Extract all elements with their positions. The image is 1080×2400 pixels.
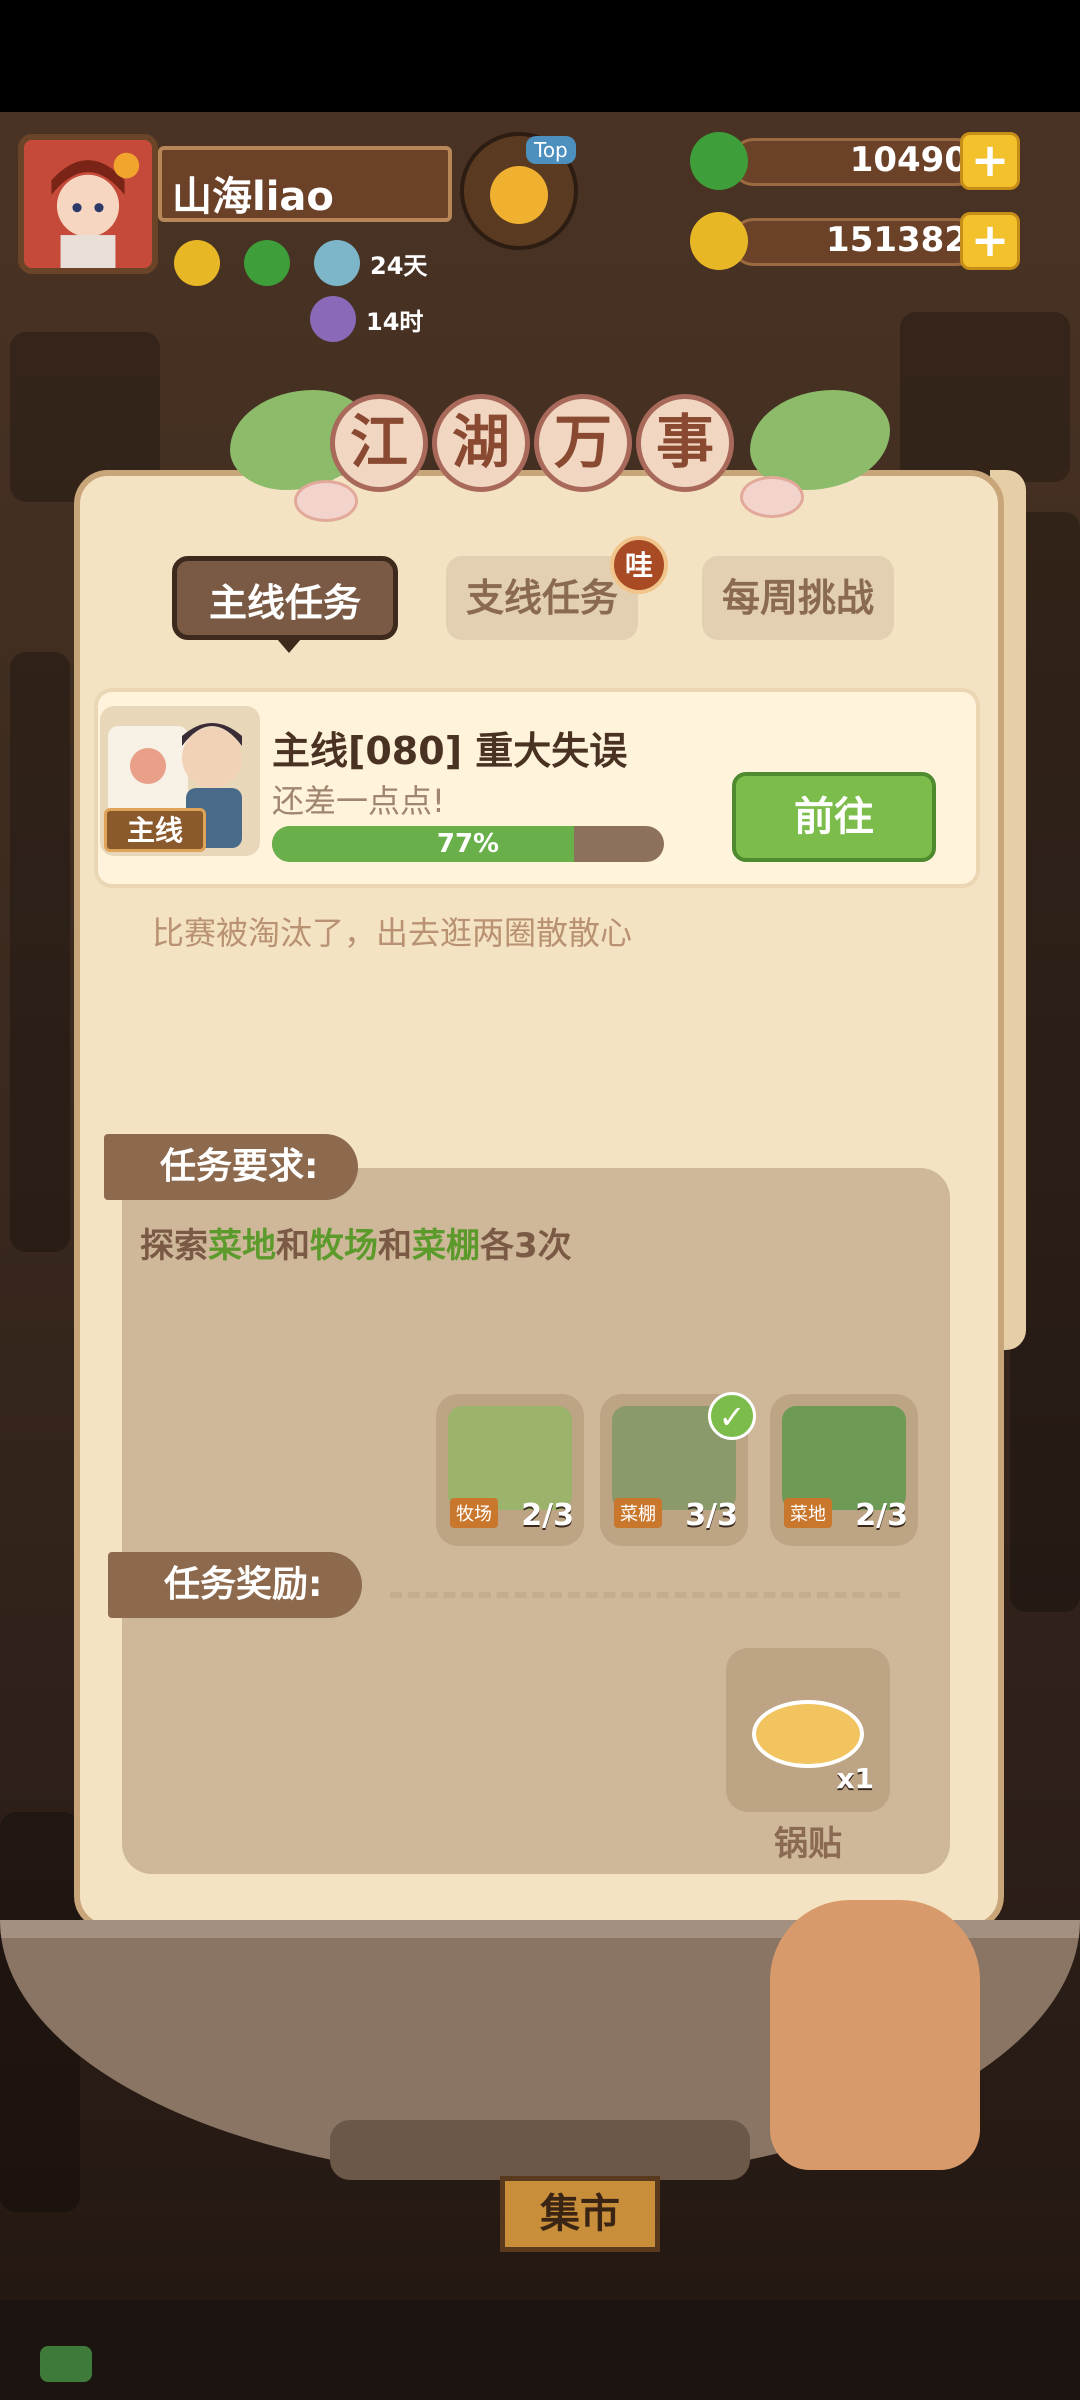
vegetable-field-icon — [782, 1406, 906, 1510]
req-part: 和 — [276, 1226, 310, 1266]
gold-resource: 151382 + — [690, 212, 1020, 270]
buff-row-2: 14时 — [310, 296, 423, 342]
req-location-link: 菜地 — [208, 1226, 276, 1266]
go-button[interactable]: 前往 — [732, 772, 936, 862]
reward-heading: 任务奖励: — [108, 1552, 362, 1618]
title-char: 湖 — [432, 394, 530, 492]
potsticker-icon — [752, 1700, 864, 1768]
req-part: 各3次 — [480, 1226, 572, 1266]
quest-progress-bar: 77% — [272, 826, 664, 862]
requirement-text: 探索菜地和牧场和菜棚各3次 — [140, 1218, 572, 1267]
tab-main-quest[interactable]: 主线任务 — [172, 556, 398, 653]
market-sign[interactable]: 集市 — [500, 2176, 660, 2252]
reward-item[interactable]: x1 — [726, 1648, 890, 1812]
divider — [390, 1592, 900, 1598]
tab-weekly-challenge[interactable]: 每周挑战 — [702, 556, 894, 640]
girl-buff-icon[interactable] — [310, 296, 356, 342]
player-name: 山海liao — [172, 174, 334, 220]
add-gold-button[interactable]: + — [960, 212, 1020, 270]
location-count: 2/3 — [521, 1498, 574, 1533]
cat-mascot-icon — [770, 1900, 980, 2170]
menu-pill[interactable] — [40, 2346, 92, 2382]
side-quest-badge: 哇 — [610, 536, 668, 594]
gold-value: 151382 — [826, 220, 968, 260]
dish-buff-time: 24天 — [370, 251, 428, 280]
bottom-bar — [0, 2300, 1080, 2400]
reward-qty: x1 — [836, 1762, 874, 1795]
quest-type-tag: 主线 — [104, 808, 206, 852]
requirement-heading: 任务要求: — [104, 1134, 358, 1200]
player-name-plate: 山海liao — [158, 146, 452, 222]
gold-coin-icon — [690, 212, 748, 270]
dialog-title: 江 湖 万 事 — [230, 380, 890, 530]
progress-text: 77% — [436, 829, 500, 859]
location-count: 3/3 — [685, 1498, 738, 1533]
quest-title: 主线[080] 重大失误 — [272, 729, 628, 773]
girl-buff-time: 14时 — [366, 307, 424, 336]
location-pasture[interactable]: 牧场 2/3 — [436, 1394, 584, 1546]
top-label: Top — [526, 136, 576, 164]
jade-value: 10490 — [849, 140, 968, 180]
jade-coin-icon — [690, 132, 748, 190]
avatar-portrait-icon — [24, 140, 152, 268]
title-char: 事 — [636, 394, 734, 492]
jade-buff-icon[interactable] — [244, 240, 290, 286]
completed-check-icon: ✓ — [708, 1392, 756, 1440]
player-avatar[interactable] — [18, 134, 158, 274]
gold-coin-buff-icon[interactable] — [174, 240, 220, 286]
buff-row-1: 24天 — [174, 240, 427, 286]
location-tag: 菜棚 — [614, 1498, 662, 1528]
pasture-icon — [448, 1406, 572, 1510]
req-part: 探索 — [140, 1226, 208, 1266]
quest-description: 比赛被淘汰了，出去逛两圈散散心 — [152, 914, 633, 952]
req-location-link: 牧场 — [310, 1226, 378, 1266]
jade-resource: 10490 + — [690, 132, 1020, 190]
bowl-base — [330, 2120, 750, 2180]
fishcake-icon — [740, 476, 804, 518]
chick-icon — [490, 166, 548, 224]
reward-name: 锅贴 — [774, 1824, 842, 1864]
location-tag: 菜地 — [784, 1498, 832, 1528]
add-jade-button[interactable]: + — [960, 132, 1020, 190]
fishcake-icon — [294, 480, 358, 522]
top-rank-button[interactable]: Top — [460, 132, 578, 250]
quest-subtitle: 还差一点点! — [272, 782, 445, 820]
location-vegetable-field[interactable]: 菜地 2/3 — [770, 1394, 918, 1546]
title-char: 万 — [534, 394, 632, 492]
tab-side-quest[interactable]: 支线任务 — [446, 556, 638, 640]
location-count: 2/3 — [855, 1498, 908, 1533]
title-char: 江 — [330, 394, 428, 492]
req-part: 和 — [378, 1226, 412, 1266]
req-location-link: 菜棚 — [412, 1226, 480, 1266]
location-tag: 牧场 — [450, 1498, 498, 1528]
dish-buff-icon[interactable] — [314, 240, 360, 286]
